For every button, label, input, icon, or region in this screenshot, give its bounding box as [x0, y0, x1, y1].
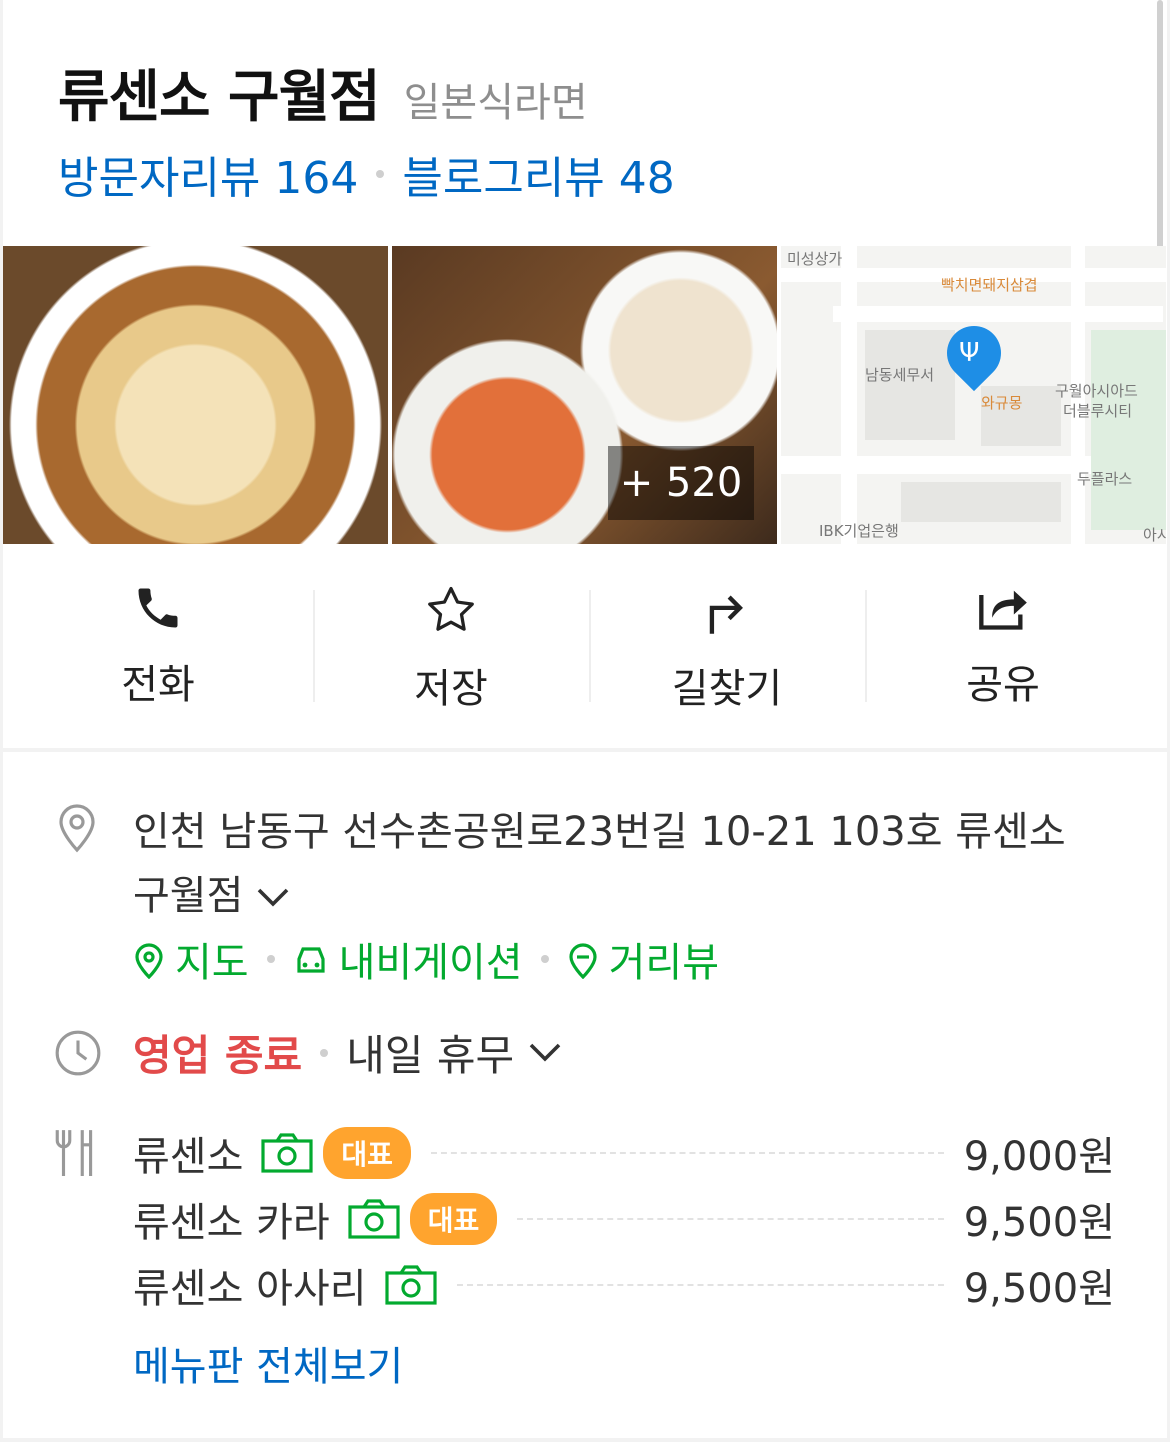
chevron-down-icon[interactable]: [257, 888, 289, 908]
photo-strip: + 520 미성상가 빡치면돼지삼겹 남동세무서 와규몽 구월아시아드 더블루시…: [3, 246, 1167, 544]
dot-separator: [540, 955, 549, 963]
fork-knife-icon: Ψ: [959, 338, 980, 368]
phone-icon: [138, 588, 178, 628]
place-info-card: 인천 남동구 선수촌공원로23번길 10-21 103호 류센소 구월점 지도 …: [3, 752, 1167, 1438]
visitor-reviews-link[interactable]: 방문자리뷰 164: [58, 142, 358, 206]
photo-ramen-1[interactable]: [3, 246, 388, 544]
place-title: 류센소 구월점: [58, 65, 381, 130]
dotted-leader: [456, 1284, 944, 1286]
car-icon: [297, 947, 325, 973]
representative-badge: 대표: [323, 1127, 411, 1179]
scrollbar[interactable]: [1157, 0, 1163, 260]
camera-icon: [261, 1133, 314, 1173]
street-view-icon: [569, 943, 597, 979]
menu-list: 류센소 대표 9,000원 류센소 카라 대표 9,500원 류센소 아사리 9…: [133, 1120, 1115, 1318]
place-category: 일본식라면: [403, 80, 588, 126]
map-label: 구월아시아드: [1055, 382, 1138, 400]
dot-separator: [266, 955, 275, 963]
view-full-menu-link[interactable]: 메뉴판 전체보기: [133, 1334, 403, 1392]
call-button[interactable]: 전화: [3, 560, 313, 720]
camera-icon: [348, 1199, 400, 1239]
title-row: 류센소 구월점 일본식라면: [58, 52, 588, 133]
location-pin-icon: [59, 804, 95, 853]
dotted-leader: [430, 1152, 944, 1154]
photo-ramen-2[interactable]: + 520: [392, 246, 777, 544]
map-label: 와규몽: [981, 394, 1023, 412]
map-label: 아시: [1143, 526, 1166, 544]
menu-item-price: 9,500원: [963, 1266, 1115, 1312]
open-status: 영업 종료: [133, 1031, 303, 1080]
clock-icon: [55, 1030, 101, 1076]
menu-item[interactable]: 류센소 대표 9,000원: [133, 1120, 1115, 1186]
directions-icon: [709, 595, 743, 634]
address-links: 지도 내비게이션 거리뷰: [133, 930, 719, 988]
map-label: 미성상가: [787, 250, 843, 268]
next-hours: 내일 휴무: [346, 1031, 515, 1080]
map-thumbnail[interactable]: 미성상가 빡치면돼지삼겹 남동세무서 와규몽 구월아시아드 더블루시티 두플라스…: [781, 246, 1166, 544]
place-header-card: 류센소 구월점 일본식라면 방문자리뷰 164 블로그리뷰 48 + 520 미…: [3, 0, 1167, 748]
chevron-down-icon[interactable]: [528, 1043, 562, 1063]
share-icon: [979, 590, 1027, 630]
action-bar: 전화 저장 길찾기 공유: [3, 560, 1167, 720]
fork-knife-icon: [55, 1130, 93, 1176]
representative-badge: 대표: [409, 1193, 498, 1245]
camera-icon: [384, 1265, 437, 1305]
map-pin-icon: [135, 943, 163, 979]
directions-button[interactable]: 길찾기: [589, 560, 865, 720]
share-button[interactable]: 공유: [865, 560, 1141, 720]
map-label: 더블루시티: [1063, 402, 1133, 420]
address-text[interactable]: 인천 남동구 선수촌공원로23번길 10-21 103호 류센소 구월점: [133, 800, 1093, 928]
dot-separator: [320, 1048, 329, 1057]
map-label: 두플라스: [1077, 470, 1133, 488]
navigation-link[interactable]: 내비게이션: [293, 930, 523, 988]
blog-reviews-link[interactable]: 블로그리뷰 48: [402, 142, 674, 206]
menu-item-price: 9,000원: [963, 1134, 1115, 1180]
menu-item[interactable]: 류센소 아사리 9,500원: [133, 1252, 1115, 1318]
dot-separator: [376, 170, 385, 178]
share-label: 공유: [966, 662, 1040, 708]
map-label: 남동세무서: [865, 366, 935, 384]
map-link[interactable]: 지도: [133, 930, 249, 988]
menu-item-name: 류센소 카라: [133, 1200, 330, 1246]
menu-item-name: 류센소: [133, 1134, 244, 1180]
star-icon: [428, 586, 474, 631]
save-label: 저장: [414, 666, 488, 712]
map-label: 빡치면돼지삼겹: [941, 276, 1038, 294]
more-photos-badge[interactable]: + 520: [608, 446, 754, 520]
street-view-link[interactable]: 거리뷰: [567, 930, 719, 988]
review-links: 방문자리뷰 164 블로그리뷰 48: [58, 142, 675, 206]
directions-label: 길찾기: [671, 666, 783, 712]
map-label: IBK기업은행: [819, 522, 899, 540]
dotted-leader: [517, 1218, 944, 1220]
menu-item[interactable]: 류센소 카라 대표 9,500원: [133, 1186, 1115, 1252]
save-button[interactable]: 저장: [313, 560, 589, 720]
call-label: 전화: [121, 662, 195, 708]
menu-item-name: 류센소 아사리: [133, 1266, 367, 1312]
menu-item-price: 9,500원: [963, 1200, 1115, 1246]
business-hours[interactable]: 영업 종료 내일 휴무: [133, 1022, 562, 1083]
